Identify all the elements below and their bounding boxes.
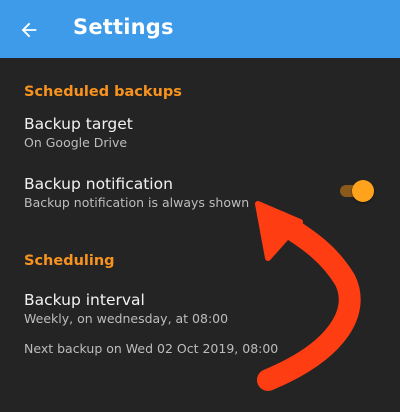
backup-target-subtitle: On Google Drive <box>24 135 128 150</box>
backup-notification-title: Backup notification <box>24 175 173 193</box>
next-backup-info: Next backup on Wed 02 Oct 2019, 08:00 <box>24 341 279 356</box>
backup-interval-title: Backup interval <box>24 291 145 309</box>
backup-notification-subtitle: Backup notification is always shown <box>24 195 250 210</box>
backup-interval-subtitle: Weekly, on wednesday, at 08:00 <box>24 311 229 326</box>
arrow-left-icon <box>21 22 37 38</box>
backup-interval-setting[interactable]: Backup interval Weekly, on wednesday, at… <box>0 291 400 331</box>
back-button[interactable] <box>14 15 44 45</box>
backup-target-title: Backup target <box>24 115 133 133</box>
page-title: Settings <box>73 15 174 39</box>
backup-notification-toggle[interactable] <box>338 180 374 202</box>
backup-target-setting[interactable]: Backup target On Google Drive <box>0 115 400 155</box>
section-header-scheduled-backups: Scheduled backups <box>24 84 182 100</box>
app-bar: Settings <box>0 0 400 58</box>
section-header-scheduling: Scheduling <box>24 253 115 269</box>
toggle-thumb <box>352 180 374 202</box>
